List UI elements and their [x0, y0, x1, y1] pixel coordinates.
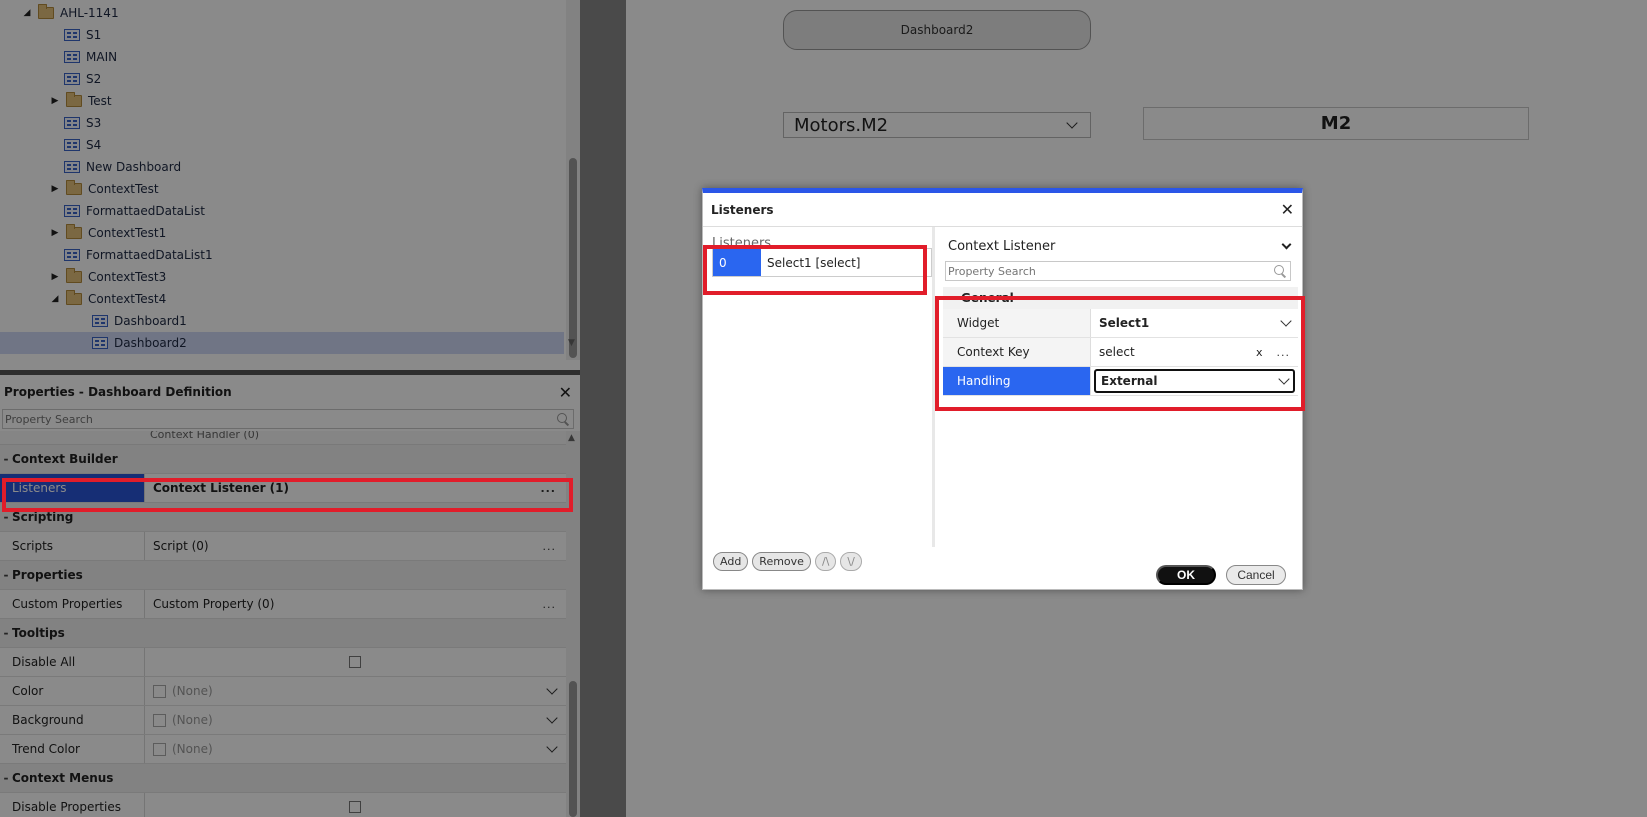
- listener-type-select[interactable]: Context Listener: [948, 235, 1292, 257]
- listener-name: Select1 [select]: [761, 249, 931, 276]
- context-key-value: select: [1099, 345, 1135, 359]
- close-icon[interactable]: ✕: [1281, 200, 1294, 219]
- remove-button[interactable]: Remove: [752, 552, 811, 571]
- handling-select[interactable]: External: [1094, 369, 1295, 393]
- property-row-handling[interactable]: Handling External: [943, 367, 1298, 396]
- listeners-dialog: Listeners ✕ Listeners 0 Select1 [select]…: [702, 188, 1303, 590]
- listener-list-panel: Listeners 0 Select1 [select] Add Remove …: [703, 227, 935, 571]
- chevron-down-icon[interactable]: [1280, 315, 1292, 327]
- widget-select[interactable]: Select1: [1091, 309, 1298, 337]
- property-row-widget[interactable]: Widget Select1: [943, 309, 1298, 338]
- key-actions: x ...: [1256, 346, 1290, 359]
- listener-type-value: Context Listener: [948, 238, 1056, 254]
- add-button[interactable]: Add: [713, 552, 749, 571]
- listener-properties-panel: Context Listener - General Widget Select…: [938, 227, 1304, 547]
- widget-value: Select1: [1099, 316, 1150, 330]
- general-section: - General Widget Select1 Context Key sel…: [943, 287, 1298, 396]
- ellipsis-button[interactable]: ...: [1277, 346, 1291, 359]
- clear-button[interactable]: x: [1256, 346, 1263, 359]
- handling-value: External: [1101, 374, 1158, 388]
- property-name: Handling: [943, 367, 1091, 395]
- property-name: Context Key: [943, 338, 1091, 366]
- ok-button[interactable]: OK: [1156, 565, 1216, 585]
- dialog-header: Listeners ✕: [703, 193, 1302, 227]
- category-label: General: [961, 291, 1014, 305]
- category-general[interactable]: - General: [943, 287, 1298, 309]
- chevron-down-icon[interactable]: [1281, 239, 1292, 249]
- dialog-title: Listeners: [711, 202, 774, 217]
- cancel-button[interactable]: Cancel: [1226, 565, 1286, 585]
- chevron-down-icon[interactable]: [1278, 373, 1290, 385]
- search-icon[interactable]: [1272, 263, 1288, 279]
- list-buttons: Add Remove /\ \/: [713, 552, 862, 571]
- property-row-context-key[interactable]: Context Key select x ...: [943, 338, 1298, 367]
- property-name: Widget: [943, 309, 1091, 337]
- move-up-button[interactable]: /\: [814, 552, 837, 571]
- listeners-label: Listeners: [712, 236, 772, 246]
- context-key-field[interactable]: select x ...: [1091, 338, 1298, 366]
- move-down-button[interactable]: \/: [840, 552, 862, 571]
- listener-index: 0: [713, 249, 761, 276]
- dialog-property-search[interactable]: [945, 261, 1291, 281]
- collapse-icon[interactable]: -: [947, 291, 961, 305]
- listener-item[interactable]: 0 Select1 [select]: [712, 248, 932, 277]
- dialog-property-search-input[interactable]: [946, 262, 1272, 280]
